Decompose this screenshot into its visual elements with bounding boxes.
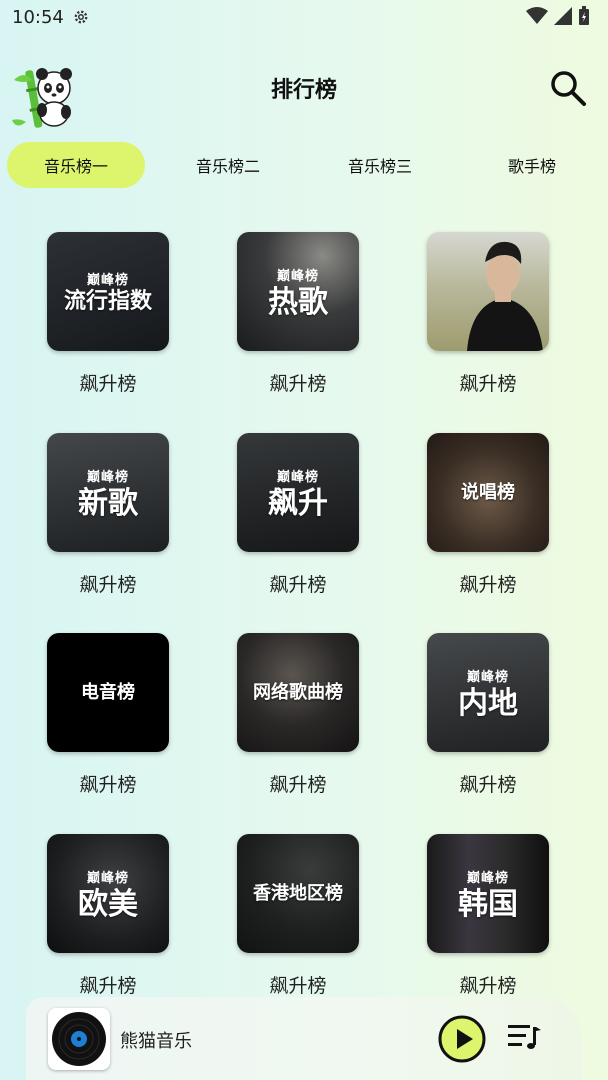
chart-card[interactable]: 巅峰榜 新歌 飙升榜: [47, 433, 169, 597]
cover-title: 热歌: [268, 284, 328, 320]
wifi-icon: [526, 7, 548, 24]
cover-title: 欧美: [78, 886, 138, 922]
card-label: 飙升榜: [459, 975, 517, 997]
play-icon[interactable]: [438, 1015, 486, 1063]
chart-card[interactable]: 巅峰榜 韩国 飙升榜: [427, 834, 549, 998]
cover-brand: 巅峰榜: [276, 469, 319, 485]
cover-title: 新歌: [78, 485, 138, 521]
card-label: 飙升榜: [79, 975, 137, 997]
settings-gear-icon: [74, 10, 88, 24]
cover-title: 电音榜: [81, 681, 135, 703]
tab-music-chart-3[interactable]: 音乐榜三: [311, 142, 449, 188]
chart-card[interactable]: 巅峰榜 流行指数 飙升榜: [47, 232, 169, 396]
card-label: 飙升榜: [269, 574, 327, 596]
cover-brand: 巅峰榜: [86, 272, 129, 288]
card-label: 飙升榜: [269, 373, 327, 395]
chart-cover[interactable]: 说唱榜: [427, 433, 549, 552]
now-playing-title: 熊猫音乐: [120, 1031, 192, 1052]
chart-card[interactable]: 香港地区榜 飙升榜: [237, 834, 359, 998]
cover-brand: 巅峰榜: [276, 268, 319, 284]
chart-cover[interactable]: 巅峰榜 流行指数: [47, 232, 169, 351]
card-label: 飙升榜: [269, 975, 327, 997]
chart-card[interactable]: 飙升榜: [427, 232, 549, 396]
chart-cover[interactable]: 网络歌曲榜: [237, 633, 359, 752]
tab-bar: 音乐榜一 音乐榜二 音乐榜三 歌手榜: [0, 142, 608, 188]
status-time: 10:54: [12, 6, 64, 28]
card-label: 飙升榜: [459, 574, 517, 596]
chart-card[interactable]: 巅峰榜 内地 飙升榜: [427, 633, 549, 797]
card-label: 飙升榜: [79, 373, 137, 395]
cover-brand: 巅峰榜: [86, 469, 129, 485]
tab-music-chart-2[interactable]: 音乐榜二: [159, 142, 297, 188]
cover-title: 流行指数: [63, 288, 152, 314]
chart-card[interactable]: 网络歌曲榜 飙升榜: [237, 633, 359, 797]
header: 排行榜: [0, 50, 608, 130]
chart-cover[interactable]: 巅峰榜 欧美: [47, 834, 169, 953]
cover-title: 飙升: [268, 485, 328, 521]
signal-icon: [554, 7, 572, 25]
search-icon[interactable]: [546, 66, 590, 110]
card-label: 飙升榜: [269, 774, 327, 796]
chart-cover[interactable]: 巅峰榜 内地: [427, 633, 549, 752]
chart-cover[interactable]: 巅峰榜 飙升: [237, 433, 359, 552]
chart-cover-photo[interactable]: [427, 232, 549, 351]
cover-title: 韩国: [458, 886, 518, 922]
battery-icon: [579, 6, 589, 25]
chart-card[interactable]: 巅峰榜 热歌 飙升榜: [237, 232, 359, 396]
chart-card[interactable]: 巅峰榜 飙升 飙升榜: [237, 433, 359, 597]
chart-card[interactable]: 电音榜 飙升榜: [47, 633, 169, 797]
cover-brand: 巅峰榜: [86, 870, 129, 886]
cover-title: 内地: [458, 685, 518, 721]
chart-cover[interactable]: 香港地区榜: [237, 834, 359, 953]
page-title: 排行榜: [270, 78, 337, 103]
card-label: 飙升榜: [459, 373, 517, 395]
album-art[interactable]: [48, 1008, 110, 1070]
tab-music-chart-1[interactable]: 音乐榜一: [7, 142, 145, 188]
cover-title: 香港地区榜: [253, 882, 343, 904]
chart-cover[interactable]: 巅峰榜 新歌: [47, 433, 169, 552]
cover-title: 说唱榜: [461, 481, 515, 503]
vinyl-disc-icon: [52, 1012, 106, 1066]
chart-card[interactable]: 巅峰榜 欧美 飙升榜: [47, 834, 169, 998]
card-label: 飙升榜: [79, 774, 137, 796]
tab-singer-chart[interactable]: 歌手榜: [463, 142, 601, 188]
singer-photo-image: [467, 241, 543, 351]
playlist-icon[interactable]: [506, 1021, 542, 1053]
card-label: 飙升榜: [79, 574, 137, 596]
cover-title: 网络歌曲榜: [253, 681, 343, 703]
chart-card[interactable]: 说唱榜 飙升榜: [427, 433, 549, 597]
chart-cover[interactable]: 巅峰榜 韩国: [427, 834, 549, 953]
mini-player[interactable]: 熊猫音乐: [26, 997, 582, 1080]
status-bar: 10:54: [0, 0, 608, 34]
cover-brand: 巅峰榜: [466, 870, 509, 886]
chart-cover[interactable]: 巅峰榜 热歌: [237, 232, 359, 351]
chart-cover[interactable]: 电音榜: [47, 633, 169, 752]
cover-brand: 巅峰榜: [466, 669, 509, 685]
card-label: 飙升榜: [459, 774, 517, 796]
